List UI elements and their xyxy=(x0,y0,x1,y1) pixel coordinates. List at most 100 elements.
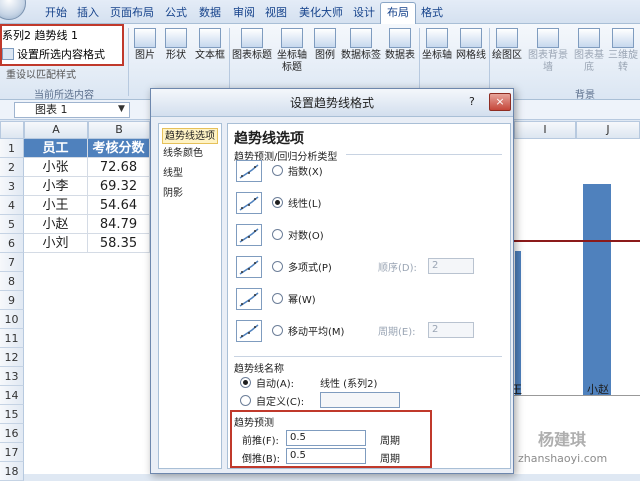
row-header[interactable]: 13 xyxy=(0,367,24,386)
plot-area-button[interactable]: 绘图区 xyxy=(491,26,523,82)
tab-format[interactable]: 格式 xyxy=(418,4,446,24)
header-cell-score[interactable]: 考核分数 xyxy=(88,139,150,158)
backward-input[interactable]: 0.5 xyxy=(286,448,366,464)
data-table-button[interactable]: 数据表 xyxy=(383,26,417,82)
employee-cell[interactable]: 小赵 xyxy=(24,215,88,234)
row-header[interactable]: 2 xyxy=(0,158,24,177)
row-header[interactable]: 7 xyxy=(0,253,24,272)
reset-style-button[interactable]: 重设以匹配样式 xyxy=(6,66,76,81)
column-header-i[interactable]: I xyxy=(514,121,576,139)
trend-type-label: 指数(X) xyxy=(288,167,323,178)
score-cell[interactable]: 69.32 xyxy=(88,177,150,196)
section-divider xyxy=(234,356,502,357)
tab-view[interactable]: 视图 xyxy=(262,4,290,24)
tab-home[interactable]: 开始 xyxy=(42,4,70,24)
row-header[interactable]: 8 xyxy=(0,272,24,291)
shapes-button[interactable]: 形状 xyxy=(161,26,191,82)
chart-floor-button[interactable]: 图表基底 xyxy=(573,26,605,82)
nav-shadow[interactable]: 阴影 xyxy=(163,186,183,202)
forward-input[interactable]: 0.5 xyxy=(286,430,366,446)
trend-type-radio[interactable] xyxy=(272,325,283,336)
row-header[interactable]: 16 xyxy=(0,424,24,443)
trend-type-radio[interactable] xyxy=(272,165,283,176)
row-header[interactable]: 10 xyxy=(0,310,24,329)
chart-area[interactable]: 小赵 王 xyxy=(500,139,640,474)
format-selection-button[interactable]: 设置所选内容格式 xyxy=(2,46,105,62)
row-header[interactable]: 11 xyxy=(0,329,24,348)
employee-cell[interactable]: 小张 xyxy=(24,158,88,177)
forward-label: 前推(F): xyxy=(242,436,279,447)
header-cell-employee[interactable]: 员工 xyxy=(24,139,88,158)
nav-trendline-options[interactable]: 趋势线选项 xyxy=(162,128,218,144)
column-header-a[interactable]: A xyxy=(24,121,88,139)
chart-wall-button[interactable]: 图表背景墙 xyxy=(524,26,572,82)
row-header[interactable]: 4 xyxy=(0,196,24,215)
tab-page-layout[interactable]: 页面布局 xyxy=(108,4,156,24)
score-cell[interactable]: 58.35 xyxy=(88,234,150,253)
row-header[interactable]: 15 xyxy=(0,405,24,424)
row-header[interactable]: 17 xyxy=(0,443,24,462)
trend-type-label: 多项式(P) xyxy=(288,263,332,274)
category-label: 小赵 xyxy=(587,383,609,396)
data-labels-button[interactable]: 数据标签 xyxy=(340,26,382,82)
gridlines-button[interactable]: 网格线 xyxy=(454,26,488,82)
select-all-corner[interactable] xyxy=(0,121,24,139)
3d-rotation-icon xyxy=(612,28,634,48)
nav-line-color[interactable]: 线条颜色 xyxy=(163,146,203,162)
employee-cell[interactable]: 小王 xyxy=(24,196,88,215)
dialog-content: 趋势线选项 趋势预测/回归分析类型 指数(X) 线性(L) 对数(O) 多项式(P) 顺… xyxy=(227,123,511,469)
trend-type-icon xyxy=(236,192,262,214)
trend-type-spinner[interactable]: 2 xyxy=(428,322,474,338)
axis-title-button[interactable]: 坐标轴标题 xyxy=(274,26,310,82)
row-header[interactable]: 3 xyxy=(0,177,24,196)
tab-formulas[interactable]: 公式 xyxy=(162,4,190,24)
chart-bar[interactable] xyxy=(515,251,521,395)
chart-bar[interactable] xyxy=(583,184,611,396)
nav-line-style[interactable]: 线型 xyxy=(163,166,183,182)
row-header[interactable]: 18 xyxy=(0,462,24,481)
trend-type-spinner[interactable]: 2 xyxy=(428,258,474,274)
forecast-section-label: 趋势预测 xyxy=(234,418,274,429)
row-header[interactable]: 5 xyxy=(0,215,24,234)
tab-data[interactable]: 数据 xyxy=(196,4,224,24)
tab-beautify[interactable]: 美化大师 xyxy=(296,4,346,24)
row-header[interactable]: 14 xyxy=(0,386,24,405)
employee-cell[interactable]: 小刘 xyxy=(24,234,88,253)
chart-title-button[interactable]: 图表标题 xyxy=(231,26,273,82)
textbox-button[interactable]: 文本框 xyxy=(193,26,227,82)
score-cell[interactable]: 72.68 xyxy=(88,158,150,177)
textbox-icon xyxy=(199,28,221,48)
legend-button[interactable]: 图例 xyxy=(311,26,339,82)
tab-review[interactable]: 审阅 xyxy=(230,4,258,24)
custom-name-radio[interactable] xyxy=(240,395,251,406)
score-cell[interactable]: 84.79 xyxy=(88,215,150,234)
column-header-b[interactable]: B xyxy=(88,121,150,139)
trendline[interactable] xyxy=(501,240,640,242)
3d-rotation-button[interactable]: 三维旋转 xyxy=(606,26,640,82)
name-box[interactable]: 图表 1 xyxy=(14,102,130,118)
trend-type-radio[interactable] xyxy=(272,293,283,304)
custom-name-input[interactable] xyxy=(320,392,400,408)
trend-type-radio[interactable] xyxy=(272,197,283,208)
picture-button[interactable]: 图片 xyxy=(130,26,160,82)
name-box-dropdown-icon[interactable]: ▼ xyxy=(118,104,125,114)
column-header-j[interactable]: J xyxy=(576,121,640,139)
chart-element-selector[interactable]: 系列2 趋势线 1 xyxy=(2,27,78,43)
tab-design[interactable]: 设计 xyxy=(350,4,378,24)
row-header[interactable]: 9 xyxy=(0,291,24,310)
row-header[interactable]: 6 xyxy=(0,234,24,253)
axes-button[interactable]: 坐标轴 xyxy=(421,26,453,82)
tab-layout[interactable]: 布局 xyxy=(380,2,416,24)
custom-name-label: 自定义(C): xyxy=(256,397,305,408)
auto-name-radio[interactable] xyxy=(240,377,251,388)
score-cell[interactable]: 54.64 xyxy=(88,196,150,215)
row-header[interactable]: 1 xyxy=(0,139,24,158)
trend-type-radio[interactable] xyxy=(272,261,283,272)
dialog-nav: 趋势线选项 线条颜色 线型 阴影 xyxy=(158,123,222,469)
help-icon[interactable]: ? xyxy=(469,95,475,108)
row-header[interactable]: 12 xyxy=(0,348,24,367)
close-icon[interactable]: × xyxy=(489,93,511,111)
trend-type-radio[interactable] xyxy=(272,229,283,240)
employee-cell[interactable]: 小李 xyxy=(24,177,88,196)
tab-insert[interactable]: 插入 xyxy=(74,4,102,24)
